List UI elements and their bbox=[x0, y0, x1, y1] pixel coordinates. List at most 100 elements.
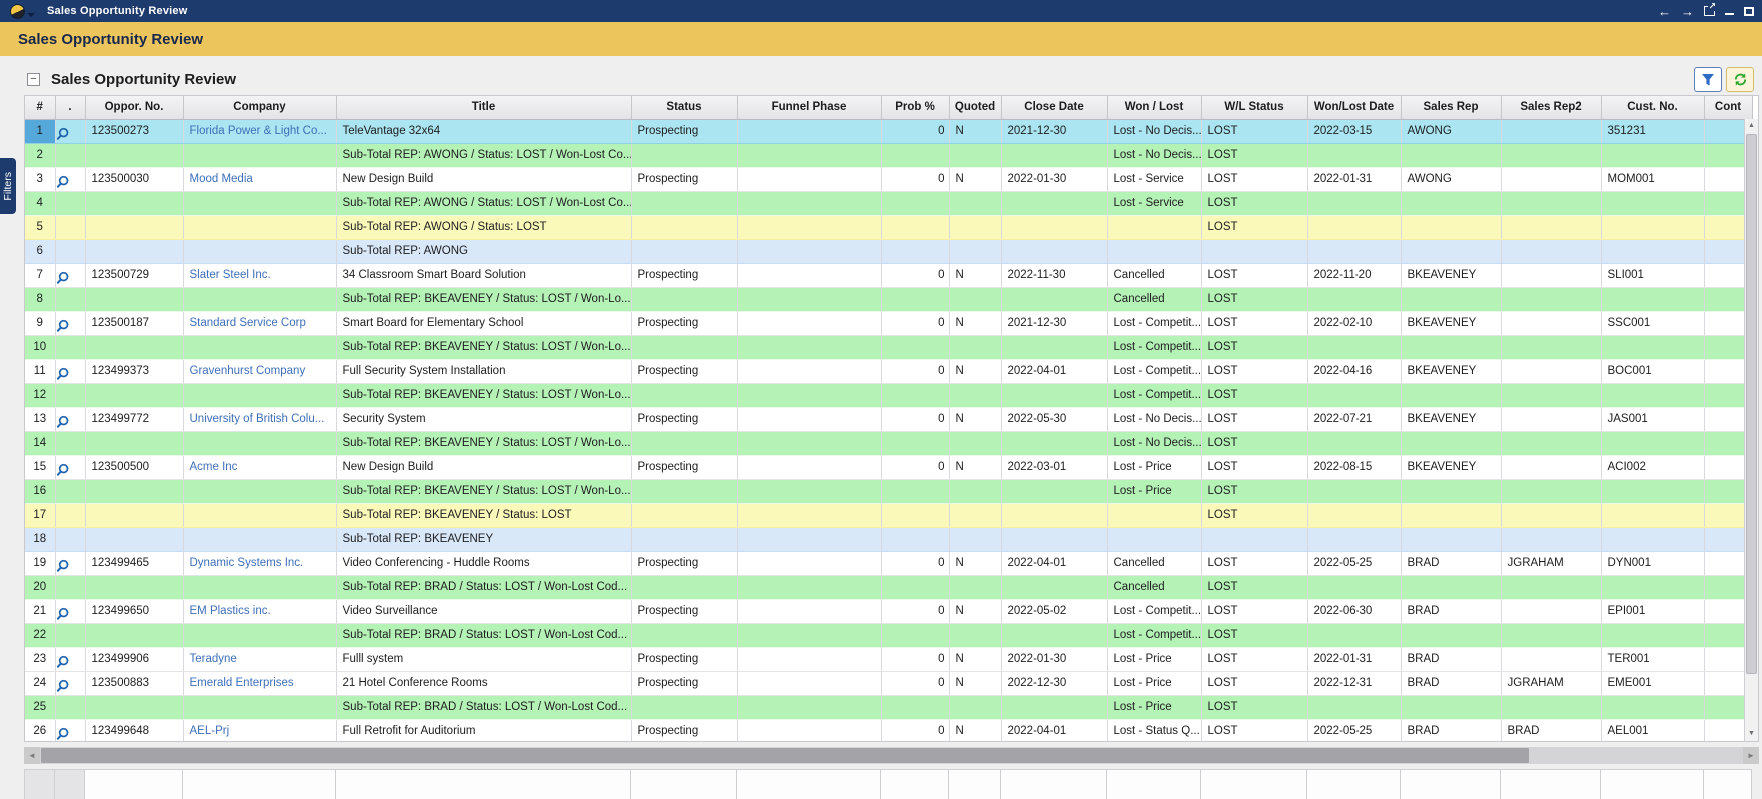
cell-oppor[interactable]: 123500729 bbox=[85, 263, 183, 287]
company-link[interactable]: Mood Media bbox=[190, 173, 253, 185]
cell-funnel[interactable] bbox=[737, 119, 881, 143]
cell-rep[interactable]: AWONG bbox=[1401, 167, 1501, 191]
row-number-cell[interactable]: 22 bbox=[25, 623, 55, 647]
cell-wldate[interactable]: 2022-05-25 bbox=[1307, 551, 1401, 575]
back-arrow-icon[interactable]: ← bbox=[1658, 5, 1671, 18]
cell-oppor[interactable]: 123499465 bbox=[85, 551, 183, 575]
cell-rep2[interactable] bbox=[1501, 263, 1601, 287]
column-header-sales-rep2[interactable]: Sales Rep2 bbox=[1501, 96, 1601, 119]
cell-quoted[interactable]: N bbox=[949, 167, 1001, 191]
lookup-cell[interactable] bbox=[55, 455, 85, 479]
lookup-cell[interactable] bbox=[55, 167, 85, 191]
cell-close[interactable]: 2022-12-30 bbox=[1001, 671, 1107, 695]
lookup-magnifier-icon[interactable] bbox=[56, 679, 70, 693]
lookup-magnifier-icon[interactable] bbox=[56, 127, 70, 141]
cell-oppor[interactable]: 123499373 bbox=[85, 359, 183, 383]
cell-prob[interactable]: 0 bbox=[881, 671, 949, 695]
cell-wldate[interactable]: 2022-04-16 bbox=[1307, 359, 1401, 383]
cell-cust[interactable]: AEL001 bbox=[1601, 719, 1704, 742]
company-link[interactable]: Slater Steel Inc. bbox=[190, 269, 271, 281]
cell-cust[interactable]: SSC001 bbox=[1601, 311, 1704, 335]
cell-cust[interactable]: MOM001 bbox=[1601, 167, 1704, 191]
cell-prob[interactable]: 0 bbox=[881, 551, 949, 575]
cell-title[interactable]: Fulll system bbox=[336, 647, 631, 671]
cell-close[interactable]: 2022-03-01 bbox=[1001, 455, 1107, 479]
lookup-magnifier-icon[interactable] bbox=[56, 559, 70, 573]
column-header-prob[interactable]: Prob % bbox=[881, 96, 949, 119]
cell-rep[interactable]: BKEAVENEY bbox=[1401, 407, 1501, 431]
lookup-magnifier-icon[interactable] bbox=[56, 271, 70, 285]
row-number-cell[interactable]: 23 bbox=[25, 647, 55, 671]
cell-status[interactable]: Prospecting bbox=[631, 599, 737, 623]
row-number-cell[interactable]: 20 bbox=[25, 575, 55, 599]
row-number-cell[interactable]: 8 bbox=[25, 287, 55, 311]
vertical-scroll-thumb[interactable] bbox=[1746, 134, 1757, 674]
cell-cust[interactable]: BOC001 bbox=[1601, 359, 1704, 383]
row-number-cell[interactable]: 14 bbox=[25, 431, 55, 455]
row-number-cell[interactable]: 21 bbox=[25, 599, 55, 623]
cell-wonlost[interactable]: Lost - Service bbox=[1107, 167, 1201, 191]
cell-close[interactable]: 2021-12-30 bbox=[1001, 119, 1107, 143]
lookup-magnifier-icon[interactable] bbox=[56, 607, 70, 621]
cell-company[interactable]: EM Plastics inc. bbox=[183, 599, 336, 623]
cell-wldate[interactable]: 2022-06-30 bbox=[1307, 599, 1401, 623]
cell-quoted[interactable]: N bbox=[949, 671, 1001, 695]
cell-oppor[interactable]: 123499648 bbox=[85, 719, 183, 742]
scroll-left-icon[interactable]: ◄ bbox=[24, 747, 40, 764]
cell-wlstatus[interactable]: LOST bbox=[1201, 671, 1307, 695]
row-number-cell[interactable]: 12 bbox=[25, 383, 55, 407]
row-number-cell[interactable]: 3 bbox=[25, 167, 55, 191]
cell-status[interactable]: Prospecting bbox=[631, 455, 737, 479]
cell-wonlost[interactable]: Lost - Competit... bbox=[1107, 599, 1201, 623]
lookup-magnifier-icon[interactable] bbox=[56, 463, 70, 477]
cell-wlstatus[interactable]: LOST bbox=[1201, 407, 1307, 431]
cell-funnel[interactable] bbox=[737, 311, 881, 335]
lookup-cell[interactable] bbox=[55, 551, 85, 575]
column-header-status[interactable]: Status bbox=[631, 96, 737, 119]
cell-company[interactable]: Standard Service Corp bbox=[183, 311, 336, 335]
cell-cust[interactable]: DYN001 bbox=[1601, 551, 1704, 575]
cell-wonlost[interactable]: Cancelled bbox=[1107, 551, 1201, 575]
column-header-company[interactable]: Company bbox=[183, 96, 336, 119]
column-header-won-lost-date[interactable]: Won/Lost Date bbox=[1307, 96, 1401, 119]
cell-status[interactable]: Prospecting bbox=[631, 671, 737, 695]
cell-cust[interactable]: TER001 bbox=[1601, 647, 1704, 671]
cell-close[interactable]: 2022-01-30 bbox=[1001, 167, 1107, 191]
cell-funnel[interactable] bbox=[737, 551, 881, 575]
cell-oppor[interactable]: 123500500 bbox=[85, 455, 183, 479]
scroll-up-icon[interactable]: ▲ bbox=[1745, 119, 1758, 133]
column-header-oppor-no[interactable]: Oppor. No. bbox=[85, 96, 183, 119]
cell-oppor[interactable]: 123499906 bbox=[85, 647, 183, 671]
cell-prob[interactable]: 0 bbox=[881, 119, 949, 143]
cell-title[interactable]: Security System bbox=[336, 407, 631, 431]
cell-cust[interactable]: EPI001 bbox=[1601, 599, 1704, 623]
cell-quoted[interactable]: N bbox=[949, 263, 1001, 287]
cell-rep[interactable]: BRAD bbox=[1401, 719, 1501, 742]
cell-funnel[interactable] bbox=[737, 599, 881, 623]
filters-side-tab[interactable]: Filters bbox=[0, 158, 16, 214]
horizontal-scrollbar[interactable]: ◄ ► bbox=[24, 747, 1759, 764]
cell-rep[interactable]: AWONG bbox=[1401, 119, 1501, 143]
cell-wlstatus[interactable]: LOST bbox=[1201, 167, 1307, 191]
company-link[interactable]: Florida Power & Light Co... bbox=[190, 125, 327, 137]
cell-prob[interactable]: 0 bbox=[881, 455, 949, 479]
vertical-scrollbar[interactable]: ▲ ▼ bbox=[1744, 119, 1758, 741]
cell-wlstatus[interactable]: LOST bbox=[1201, 647, 1307, 671]
cell-cust[interactable]: SLI001 bbox=[1601, 263, 1704, 287]
forward-arrow-icon[interactable]: → bbox=[1681, 5, 1694, 18]
cell-wlstatus[interactable]: LOST bbox=[1201, 551, 1307, 575]
cell-oppor[interactable]: 123500030 bbox=[85, 167, 183, 191]
cell-wldate[interactable]: 2022-11-20 bbox=[1307, 263, 1401, 287]
cell-title[interactable]: 34 Classroom Smart Board Solution bbox=[336, 263, 631, 287]
cell-company[interactable]: Emerald Enterprises bbox=[183, 671, 336, 695]
lookup-cell[interactable] bbox=[55, 263, 85, 287]
cell-quoted[interactable]: N bbox=[949, 455, 1001, 479]
company-link[interactable]: Acme Inc bbox=[190, 461, 238, 473]
row-number-cell[interactable]: 11 bbox=[25, 359, 55, 383]
cell-wldate[interactable]: 2022-05-25 bbox=[1307, 719, 1401, 742]
cell-wlstatus[interactable]: LOST bbox=[1201, 599, 1307, 623]
cell-rep2[interactable]: JGRAHAM bbox=[1501, 671, 1601, 695]
cell-status[interactable]: Prospecting bbox=[631, 263, 737, 287]
company-link[interactable]: Gravenhurst Company bbox=[190, 365, 306, 377]
cell-rep[interactable]: BRAD bbox=[1401, 671, 1501, 695]
